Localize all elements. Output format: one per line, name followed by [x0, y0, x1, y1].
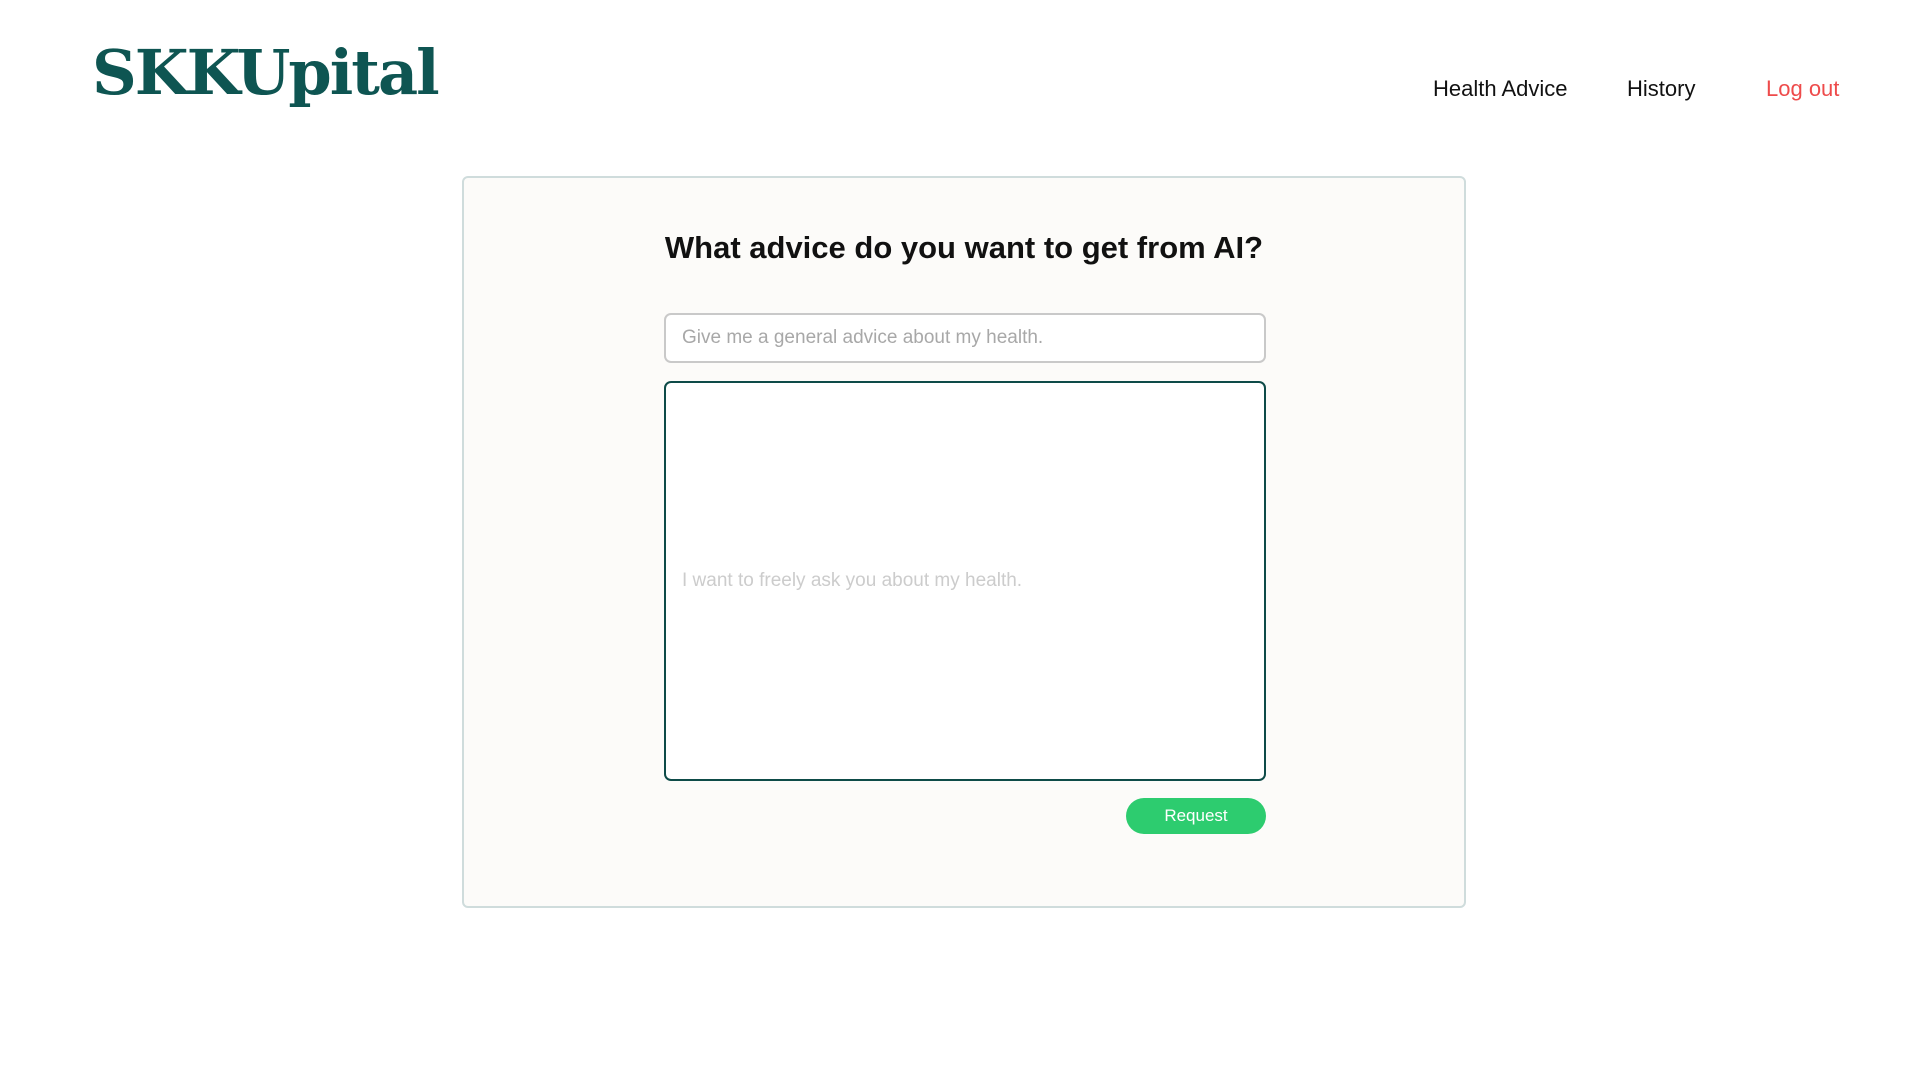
- nav-link-health-advice[interactable]: Health Advice: [1433, 76, 1568, 102]
- page: SKKUpital Health Advice History Log out …: [0, 0, 1920, 1080]
- logout-link[interactable]: Log out: [1766, 76, 1839, 102]
- top-nav: Health Advice History Log out: [0, 76, 1920, 108]
- advice-topic-input[interactable]: [664, 313, 1266, 363]
- question-textarea[interactable]: I want to freely ask you about my health…: [664, 381, 1266, 781]
- nav-link-history[interactable]: History: [1627, 76, 1695, 102]
- page-title: What advice do you want to get from AI?: [664, 230, 1264, 265]
- request-button[interactable]: Request: [1126, 798, 1266, 834]
- advice-request-card: What advice do you want to get from AI? …: [462, 176, 1466, 908]
- question-textarea-placeholder: I want to freely ask you about my health…: [682, 570, 1023, 591]
